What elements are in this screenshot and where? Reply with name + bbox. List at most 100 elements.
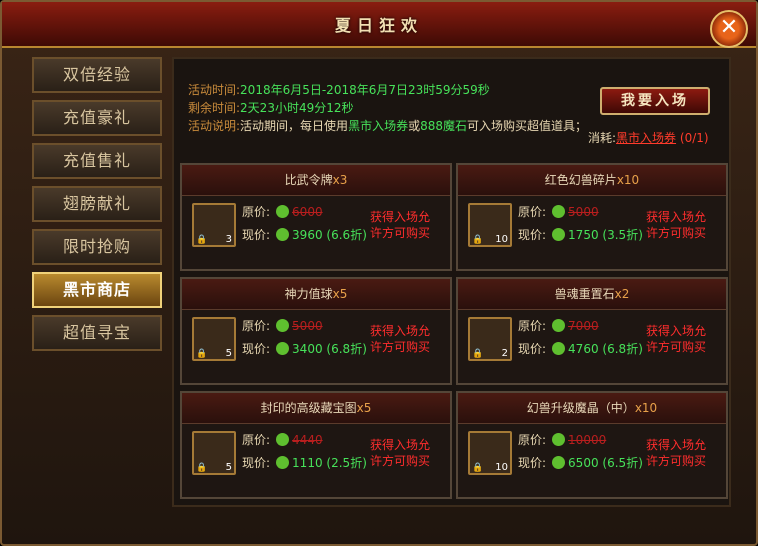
sidebar-item[interactable]: 翅膀献礼 (32, 186, 162, 222)
item-badge: 5 (225, 348, 232, 359)
lock-icon: 🔒 (196, 463, 208, 473)
item-badge: 2 (501, 348, 508, 359)
now-value: 3400 (292, 342, 323, 356)
item-title: 兽魂重置石x2 (458, 279, 726, 310)
orig-label: 原价: (518, 433, 547, 447)
item-qty: x2 (614, 287, 630, 301)
coin-icon (276, 342, 290, 355)
item-title: 神力值球x5 (182, 279, 450, 310)
lock-icon: 🔒 (472, 235, 484, 245)
discount: (6.5折) (602, 456, 643, 470)
lotus-fragment-icon[interactable]: 🔒 10 (468, 203, 512, 247)
item-title: 幻兽升级魔晶（中）x10 (458, 393, 726, 424)
sidebar-item[interactable]: 充值售礼 (32, 143, 162, 179)
coin-icon (276, 319, 290, 332)
now-value: 3960 (292, 228, 323, 242)
lock-icon: 🔒 (472, 349, 484, 359)
item-card: 幻兽升级魔晶（中）x10 🔒 10 原价: 10000 现价: 6500 (6.5折) 获得入… (456, 391, 728, 499)
window-title: 夏日狂欢 (334, 16, 423, 35)
item-qty: x5 (332, 287, 348, 301)
orig-value: 5000 (568, 205, 599, 219)
purchase-hint: 获得入场允许方可购买 (646, 210, 707, 240)
event-window: 夏日狂欢 ✕ 双倍经验充值豪礼充值售礼翅膀献礼限时抢购黑市商店超值寻宝 活动时间… (0, 0, 758, 546)
remain-label: 剩余时间: (188, 101, 241, 115)
now-value: 1750 (568, 228, 599, 242)
treasure-map-icon[interactable]: 🔒 5 (192, 431, 236, 475)
purchase-hint: 获得入场允许方可购买 (370, 324, 431, 354)
item-badge: 3 (225, 234, 232, 245)
reset-stone-icon[interactable]: 🔒 2 (468, 317, 512, 361)
magic-crystal-icon[interactable]: 🔒 10 (468, 431, 512, 475)
item-card: 比武令牌x3 🔒 3 原价: 6000 现价: 3960 (6.6折) 获得入场允许方可购买 (180, 163, 452, 271)
now-label: 现价: (518, 342, 547, 356)
sidebar-item[interactable]: 充值豪礼 (32, 100, 162, 136)
sidebar-item[interactable]: 限时抢购 (32, 229, 162, 265)
now-value: 4760 (568, 342, 599, 356)
original-price: 原价: 5000 (242, 317, 323, 334)
sidebar: 双倍经验充值豪礼充值售礼翅膀献礼限时抢购黑市商店超值寻宝 (32, 57, 164, 358)
item-name: 红色幻兽碎片 (544, 173, 617, 187)
now-value: 1110 (292, 456, 323, 470)
consume-item[interactable]: 黑市入场券 (616, 131, 676, 145)
title-bar: 夏日狂欢 ✕ (2, 2, 756, 48)
current-price: 现价: 6500 (6.5折) (518, 454, 643, 471)
sidebar-item[interactable]: 超值寻宝 (32, 315, 162, 351)
purchase-hint: 获得入场允许方可购买 (370, 210, 431, 240)
event-info: 活动时间:2018年6月5日-2018年6月7日23时59分59秒 剩余时间:2… (188, 81, 588, 135)
token-icon[interactable]: 🔒 3 (192, 203, 236, 247)
close-button[interactable]: ✕ (710, 10, 748, 48)
item-card: 神力值球x5 🔒 5 原价: 5000 现价: 3400 (6.8折) 获得入场允许方可购买 (180, 277, 452, 385)
enter-button[interactable]: 我要入场 (600, 87, 710, 115)
now-label: 现价: (518, 456, 547, 470)
desc-text-3: 可入场购买超值道具； (467, 119, 588, 133)
time-label: 活动时间: (188, 83, 241, 97)
orig-value: 7000 (568, 319, 599, 333)
desc-amount: 888魔石 (420, 119, 467, 133)
item-name: 比武令牌 (284, 173, 333, 187)
item-title: 红色幻兽碎片x10 (458, 165, 726, 196)
item-name: 幻兽升级魔晶（中） (526, 401, 635, 415)
main-content: 活动时间:2018年6月5日-2018年6月7日23时59分59秒 剩余时间: 2… (172, 57, 731, 507)
item-qty: x5 (356, 401, 372, 415)
current-price: 现价: 1750 (3.5折) (518, 226, 643, 243)
consume-info: 消耗:黑市入场券 (0/1) (588, 129, 709, 146)
sidebar-item[interactable]: 双倍经验 (32, 57, 162, 93)
discount: (6.6折) (326, 228, 367, 242)
item-title: 封印的高级藏宝图x5 (182, 393, 450, 424)
discount: (6.8折) (602, 342, 643, 356)
purchase-hint: 获得入场允许方可购买 (370, 438, 431, 468)
now-label: 现价: (242, 342, 271, 356)
coin-icon (276, 433, 290, 446)
current-price: 现价: 3960 (6.6折) (242, 226, 367, 243)
consume-label: 消耗: (588, 131, 617, 145)
lock-icon: 🔒 (196, 235, 208, 245)
orig-label: 原价: (518, 319, 547, 333)
original-price: 原价: 7000 (518, 317, 599, 334)
orig-label: 原价: (242, 433, 271, 447)
discount: (6.8折) (326, 342, 367, 356)
coin-icon (552, 228, 566, 241)
item-badge: 10 (495, 234, 508, 245)
power-orb-icon[interactable]: 🔒 5 (192, 317, 236, 361)
orig-label: 原价: (242, 319, 271, 333)
item-title: 比武令牌x3 (182, 165, 450, 196)
time-value: 2018年6月5日-2018年6月7日23时59分59秒 (240, 83, 490, 97)
original-price: 原价: 5000 (518, 203, 599, 220)
sidebar-item[interactable]: 黑市商店 (32, 272, 162, 308)
consume-count: (0/1) (679, 131, 709, 145)
desc-text-1: 活动期间，每日使用 (240, 119, 349, 133)
coin-icon (552, 342, 566, 355)
now-value: 6500 (568, 456, 599, 470)
orig-label: 原价: (242, 205, 271, 219)
now-label: 现价: (518, 228, 547, 242)
original-price: 原价: 4440 (242, 431, 323, 448)
orig-value: 5000 (292, 319, 323, 333)
item-card: 兽魂重置石x2 🔒 2 原价: 7000 现价: 4760 (6.8折) 获得入场允许方可购买 (456, 277, 728, 385)
item-name: 神力值球 (284, 287, 333, 301)
orig-label: 原价: (518, 205, 547, 219)
coin-icon (276, 456, 290, 469)
item-badge: 10 (495, 462, 508, 473)
item-badge: 5 (225, 462, 232, 473)
discount: (2.5折) (326, 456, 367, 470)
current-price: 现价: 3400 (6.8折) (242, 340, 367, 357)
